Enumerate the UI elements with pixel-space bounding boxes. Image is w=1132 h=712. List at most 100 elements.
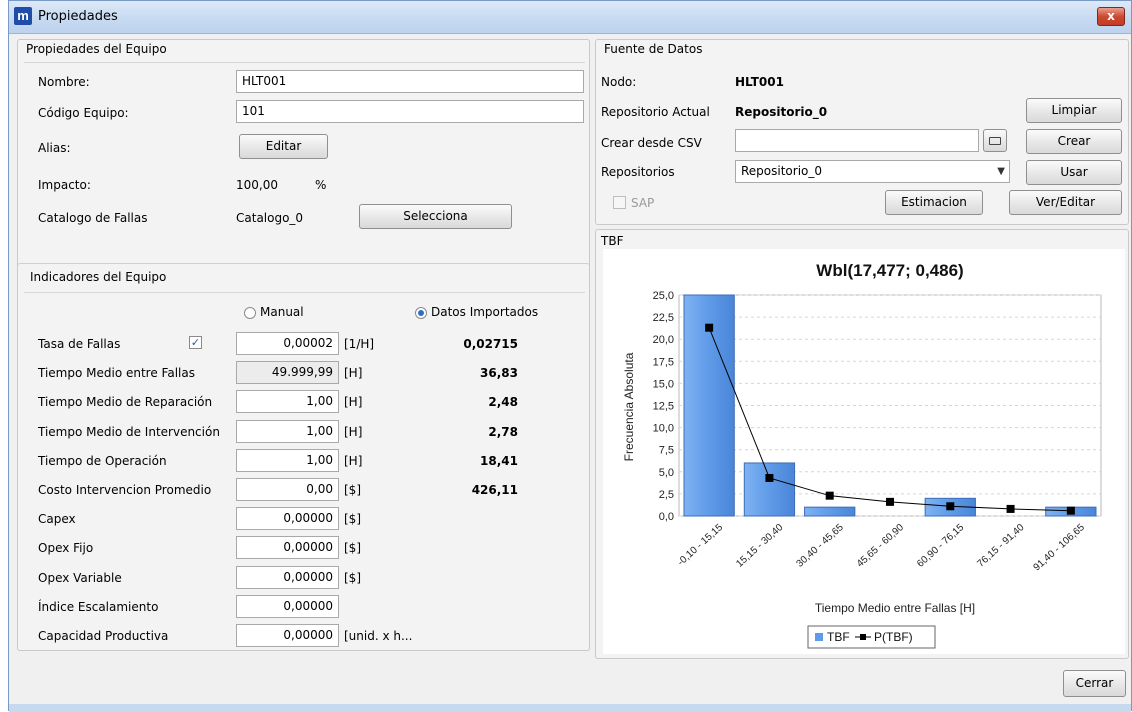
x-tick-label: -0,10 - 15,15 bbox=[676, 522, 726, 568]
app-logo-icon: m bbox=[14, 7, 32, 25]
y-tick-label: 10,0 bbox=[653, 423, 674, 435]
manual-radio-label: Manual bbox=[260, 305, 304, 319]
nombre-input[interactable]: HLT001 bbox=[236, 70, 584, 93]
indicator-imported-value: 2,48 bbox=[488, 395, 518, 409]
catalogo-value: Catalogo_0 bbox=[236, 211, 304, 225]
x-tick-label: 30,40 - 45,65 bbox=[795, 522, 846, 570]
indicator-value-input[interactable]: 1,00 bbox=[236, 390, 339, 413]
indicator-value-input[interactable]: 0,00 bbox=[236, 478, 339, 501]
sap-checkbox[interactable] bbox=[613, 196, 626, 209]
legend-label-tbf: TBF bbox=[827, 630, 850, 644]
indicator-value-input[interactable]: 0,00002 bbox=[236, 332, 339, 355]
x-axis-label: Tiempo Medio entre Fallas [H] bbox=[815, 601, 975, 615]
tbf-panel-title: TBF bbox=[601, 234, 624, 248]
indicator-label: Tasa de Fallas bbox=[38, 337, 121, 351]
limpiar-button[interactable]: Limpiar bbox=[1026, 98, 1122, 123]
sap-label: SAP bbox=[631, 196, 655, 210]
csv-label: Crear desde CSV bbox=[601, 136, 702, 150]
repositorios-selected-value: Repositorio_0 bbox=[741, 164, 823, 178]
impacto-unit: % bbox=[315, 178, 327, 192]
data-source-panel: Fuente de Datos Nodo: HLT001 Repositorio… bbox=[595, 39, 1129, 225]
repositorios-select[interactable]: Repositorio_0 ▼ bbox=[735, 160, 1010, 183]
x-tick-label: 91,40 - 106,65 bbox=[1032, 522, 1088, 574]
panel-divider bbox=[24, 62, 585, 63]
indicator-value-input[interactable]: 0,00000 bbox=[236, 566, 339, 589]
indicator-imported-value: 2,78 bbox=[488, 425, 518, 439]
crear-button[interactable]: Crear bbox=[1026, 129, 1122, 154]
y-tick-label: 20,0 bbox=[653, 334, 674, 346]
folder-icon bbox=[989, 136, 1001, 145]
indicator-label: Índice Escalamiento bbox=[38, 600, 159, 614]
nodo-value: HLT001 bbox=[735, 75, 784, 89]
legend-marker-ptbf bbox=[860, 634, 866, 640]
y-tick-label: 22,5 bbox=[653, 312, 674, 324]
estimacion-button[interactable]: Estimacion bbox=[885, 190, 983, 215]
browse-folder-button[interactable] bbox=[983, 129, 1007, 152]
indicator-unit: [$] bbox=[344, 512, 361, 526]
repo-actual-value: Repositorio_0 bbox=[735, 105, 828, 119]
tbf-chart: 0,0 2,5 5,0 7,5 10,0 12,5 15,0 17,5 20,0 22,5 25,0… bbox=[603, 249, 1125, 654]
y-tick-label: 15,0 bbox=[653, 378, 674, 390]
indicator-value-input[interactable]: 0,00000 bbox=[236, 536, 339, 559]
tasa-fallas-checkbox[interactable]: ✓ bbox=[189, 336, 202, 349]
y-axis-label: Frecuencia Absoluta bbox=[622, 352, 636, 461]
indicator-unit: [H] bbox=[344, 454, 363, 468]
ptbf-point bbox=[1006, 504, 1015, 513]
indicator-imported-value: 36,83 bbox=[480, 366, 518, 380]
legend-label-ptbf: P(TBF) bbox=[874, 630, 913, 644]
ptbf-point bbox=[765, 473, 774, 482]
y-tick-label: 2,5 bbox=[659, 489, 674, 501]
manual-radio[interactable] bbox=[244, 307, 256, 319]
equipment-properties-title: Propiedades del Equipo bbox=[26, 42, 167, 56]
repositorios-label: Repositorios bbox=[601, 165, 675, 179]
x-tick-label: 76,15 - 91,40 bbox=[975, 522, 1026, 570]
x-tick-label: 15,15 - 30,40 bbox=[734, 522, 785, 570]
ptbf-point bbox=[825, 491, 834, 500]
indicator-value-input[interactable]: 0,00000 bbox=[236, 624, 339, 647]
csv-path-input[interactable] bbox=[735, 129, 979, 152]
repo-actual-label: Repositorio Actual bbox=[601, 105, 710, 119]
chart-title: Wbl(17,477; 0,486) bbox=[816, 261, 963, 280]
indicator-label: Tiempo de Operación bbox=[38, 454, 167, 468]
x-tick-label: 45,65 - 60,90 bbox=[855, 522, 906, 570]
equipment-indicators-title: Indicadores del Equipo bbox=[30, 270, 167, 284]
indicator-unit: [unid. x h... bbox=[344, 629, 413, 643]
selecciona-catalogo-button[interactable]: Selecciona bbox=[359, 204, 512, 229]
indicator-label: Tiempo Medio de Intervención bbox=[38, 425, 220, 439]
datos-importados-radio[interactable] bbox=[415, 307, 427, 319]
chevron-down-icon: ▼ bbox=[997, 166, 1005, 177]
cerrar-button[interactable]: Cerrar bbox=[1063, 670, 1126, 697]
title-bar: m Propiedades x bbox=[9, 1, 1131, 34]
indicator-value-input[interactable]: 0,00000 bbox=[236, 595, 339, 618]
datos-importados-radio-label: Datos Importados bbox=[431, 305, 539, 319]
indicator-unit: [H] bbox=[344, 395, 363, 409]
legend-swatch-tbf bbox=[815, 633, 823, 641]
ptbf-point bbox=[705, 323, 714, 332]
indicator-label: Opex Variable bbox=[38, 571, 122, 585]
indicator-label: Capacidad Productiva bbox=[38, 629, 169, 643]
y-tick-label: 25,0 bbox=[653, 290, 674, 302]
tbf-chart-svg: 0,0 2,5 5,0 7,5 10,0 12,5 15,0 17,5 20,0 22,5 25,0… bbox=[622, 261, 1102, 649]
codigo-input[interactable]: 101 bbox=[236, 100, 584, 123]
close-window-button[interactable]: x bbox=[1097, 7, 1125, 26]
tbf-bar bbox=[804, 506, 856, 517]
indicator-label: Capex bbox=[38, 512, 76, 526]
y-tick-label: 7,5 bbox=[659, 445, 674, 457]
indicator-value-input[interactable]: 0,00000 bbox=[236, 507, 339, 530]
y-tick-label: 5,0 bbox=[659, 467, 674, 479]
window-title: Propiedades bbox=[38, 9, 118, 24]
usar-button[interactable]: Usar bbox=[1026, 160, 1122, 185]
indicator-value-input[interactable]: 49.999,99 bbox=[236, 361, 339, 384]
equipment-indicators-panel: Indicadores del Equipo Manual Datos Impo… bbox=[17, 263, 590, 651]
x-tick-label: 60,90 - 76,15 bbox=[915, 522, 966, 570]
indicator-label: Tiempo Medio entre Fallas bbox=[38, 366, 195, 380]
indicator-imported-value: 18,41 bbox=[480, 454, 518, 468]
ver-editar-button[interactable]: Ver/Editar bbox=[1009, 190, 1122, 215]
indicator-value-input[interactable]: 1,00 bbox=[236, 420, 339, 443]
indicator-label: Costo Intervencion Promedio bbox=[38, 483, 212, 497]
editar-alias-button[interactable]: Editar bbox=[239, 134, 328, 159]
y-tick-label: 12,5 bbox=[653, 401, 674, 413]
indicator-value-input[interactable]: 1,00 bbox=[236, 449, 339, 472]
tbf-bar bbox=[743, 462, 796, 517]
ptbf-point bbox=[1066, 506, 1075, 515]
